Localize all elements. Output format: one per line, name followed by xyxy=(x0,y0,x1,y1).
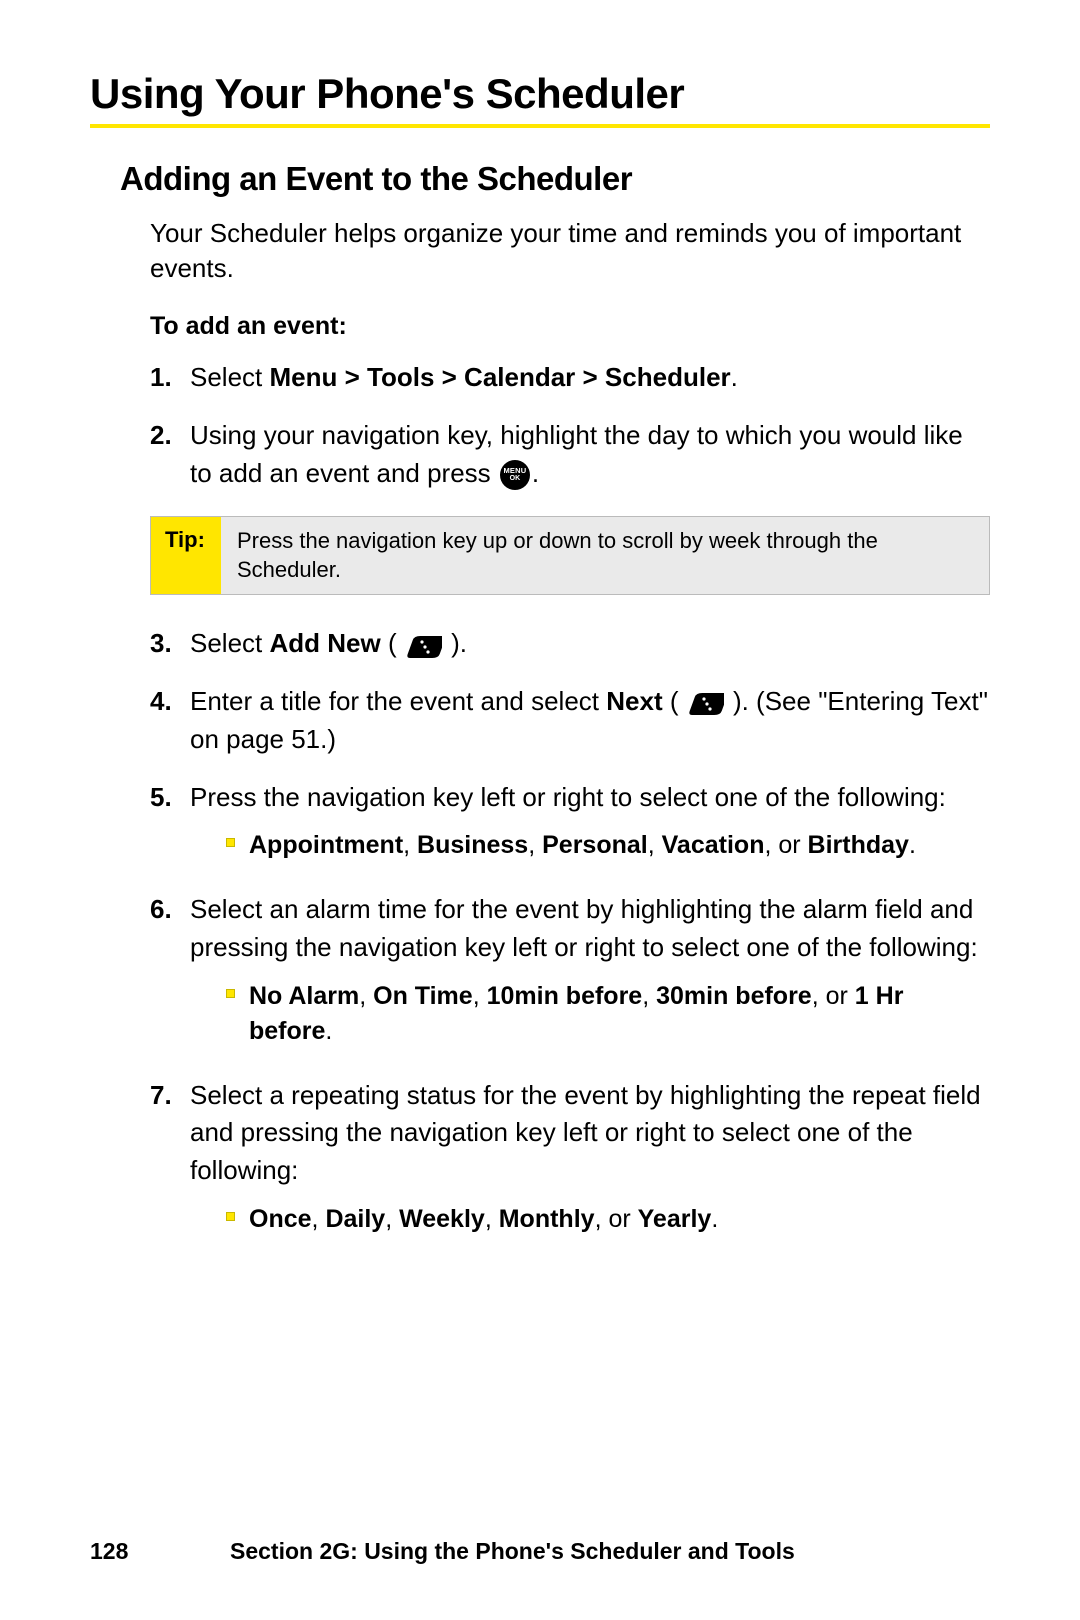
bullet-icon xyxy=(226,989,235,998)
step-5: 5. Press the navigation key left or righ… xyxy=(150,779,990,872)
step-number: 4. xyxy=(150,683,190,758)
step-text: Select xyxy=(190,362,270,392)
action-label: Next xyxy=(606,686,662,716)
bullet-icon xyxy=(226,838,235,847)
step-6: 6. Select an alarm time for the event by… xyxy=(150,891,990,1056)
step-1: 1. Select Menu > Tools > Calendar > Sche… xyxy=(150,359,990,397)
step-4: 4. Enter a title for the event and selec… xyxy=(150,683,990,758)
tip-label: Tip: xyxy=(151,517,221,594)
step-number: 1. xyxy=(150,359,190,397)
softkey-icon xyxy=(406,633,442,659)
softkey-icon xyxy=(688,690,724,716)
menu-ok-button-icon: MENUOK xyxy=(500,460,530,490)
step-number: 7. xyxy=(150,1077,190,1245)
step-3: 3. Select Add New ( ). xyxy=(150,625,990,663)
step-number: 5. xyxy=(150,779,190,872)
intro-paragraph: Your Scheduler helps organize your time … xyxy=(150,216,980,286)
procedure-lead-in: To add an event: xyxy=(150,312,990,341)
page-title: Using Your Phone's Scheduler xyxy=(90,70,990,128)
step-number: 3. xyxy=(150,625,190,663)
step-text: Enter a title for the event and select xyxy=(190,686,606,716)
sub-bullet: Appointment, Business, Personal, Vacatio… xyxy=(226,828,990,863)
step-text: ). xyxy=(444,628,467,658)
tip-body: Press the navigation key up or down to s… xyxy=(221,517,989,594)
step-text: . xyxy=(731,362,738,392)
step-text: . xyxy=(532,458,539,488)
step-text: Select xyxy=(190,628,270,658)
step-text: Select an alarm time for the event by hi… xyxy=(190,894,978,962)
menu-path: Menu > Tools > Calendar > Scheduler xyxy=(270,362,731,392)
tip-callout: Tip: Press the navigation key up or down… xyxy=(150,516,990,595)
step-number: 2. xyxy=(150,417,190,492)
action-label: Add New xyxy=(270,628,381,658)
page-footer: 128 Section 2G: Using the Phone's Schedu… xyxy=(90,1538,990,1565)
step-text: Using your navigation key, highlight the… xyxy=(190,420,963,488)
sub-bullet: Once, Daily, Weekly, Monthly, or Yearly. xyxy=(226,1202,990,1237)
step-text: Select a repeating status for the event … xyxy=(190,1080,981,1185)
section-label: Section 2G: Using the Phone's Scheduler … xyxy=(230,1538,990,1565)
step-number: 6. xyxy=(150,891,190,1056)
section-title: Adding an Event to the Scheduler xyxy=(120,160,990,198)
step-2: 2. Using your navigation key, highlight … xyxy=(150,417,990,492)
step-text: Press the navigation key left or right t… xyxy=(190,782,946,812)
step-text: ( xyxy=(663,686,686,716)
sub-bullet: No Alarm, On Time, 10min before, 30min b… xyxy=(226,979,990,1049)
page-number: 128 xyxy=(90,1538,230,1565)
step-7: 7. Select a repeating status for the eve… xyxy=(150,1077,990,1245)
bullet-icon xyxy=(226,1212,235,1221)
step-text: ( xyxy=(381,628,404,658)
